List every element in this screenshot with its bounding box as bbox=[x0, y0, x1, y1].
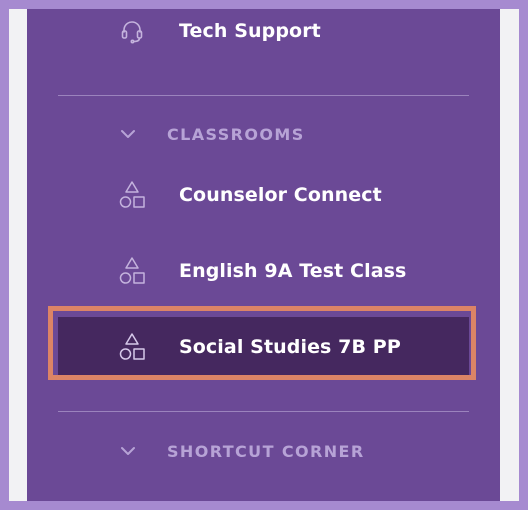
sidebar-item-counselor-connect[interactable]: Counselor Connect bbox=[57, 164, 469, 226]
sidebar: Tech Support CLASSROOMS Counselor Connec… bbox=[27, 9, 500, 501]
sidebar-item-label: Tech Support bbox=[179, 20, 321, 42]
divider bbox=[58, 411, 469, 412]
content-edge-right bbox=[500, 9, 519, 501]
shapes-icon bbox=[117, 332, 147, 362]
section-header-classrooms[interactable]: CLASSROOMS bbox=[57, 114, 469, 154]
section-title: CLASSROOMS bbox=[167, 124, 305, 144]
headset-icon bbox=[117, 16, 147, 46]
divider bbox=[58, 95, 469, 96]
section-title: SHORTCUT CORNER bbox=[167, 441, 365, 461]
sidebar-item-label: Social Studies 7B PP bbox=[179, 336, 401, 358]
sidebar-item-label: Counselor Connect bbox=[179, 184, 382, 206]
section-header-shortcut-corner[interactable]: SHORTCUT CORNER bbox=[57, 431, 469, 471]
sidebar-item-label: English 9A Test Class bbox=[179, 260, 407, 282]
chevron-down-icon bbox=[121, 130, 135, 138]
chevron-down-icon bbox=[121, 447, 135, 455]
sidebar-item-english-9a[interactable]: English 9A Test Class bbox=[57, 240, 469, 302]
shapes-icon bbox=[117, 256, 147, 286]
sidebar-item-social-studies-7b[interactable]: Social Studies 7B PP bbox=[57, 316, 469, 378]
sidebar-item-tech-support[interactable]: Tech Support bbox=[57, 0, 469, 62]
content-edge-left bbox=[9, 9, 27, 501]
shapes-icon bbox=[117, 180, 147, 210]
